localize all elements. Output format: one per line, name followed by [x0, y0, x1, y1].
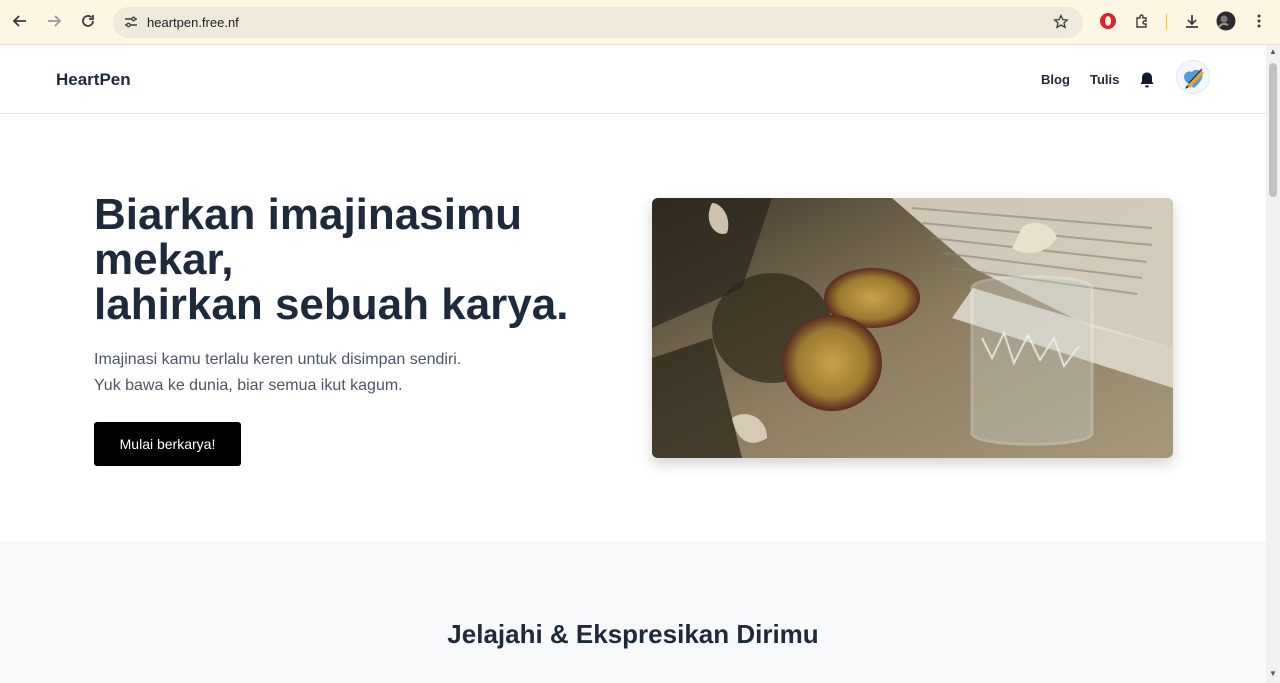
url-text[interactable]: heartpen.free.nf — [147, 15, 239, 30]
scroll-down-arrow-icon[interactable]: ▼ — [1269, 670, 1277, 678]
forward-arrow-icon[interactable] — [43, 10, 65, 32]
explore-section: Jelajahi & Ekspresikan Dirimu — [0, 541, 1266, 683]
scroll-up-arrow-icon[interactable]: ▲ — [1269, 48, 1277, 56]
hero-subtitle-line-2: Yuk bawa ke dunia, biar semua ikut kagum… — [94, 377, 403, 394]
back-arrow-icon[interactable] — [9, 10, 31, 32]
opera-extension-icon[interactable] — [1097, 10, 1119, 32]
hero-title-line-3: lahirkan sebuah karya. — [94, 280, 569, 329]
toolbar-separator — [1166, 14, 1167, 30]
hero-title: Biarkan imajinasimu mekar, lahirkan sebu… — [94, 192, 614, 327]
browser-toolbar: heartpen.free.nf — [0, 0, 1280, 45]
hero-title-line-2: mekar, — [94, 235, 234, 284]
address-bar[interactable]: heartpen.free.nf — [113, 7, 1083, 38]
menu-dots-icon[interactable] — [1248, 10, 1270, 32]
extensions-puzzle-icon[interactable] — [1131, 10, 1153, 32]
download-icon[interactable] — [1181, 10, 1203, 32]
explore-section-title: Jelajahi & Ekspresikan Dirimu — [447, 619, 819, 649]
nav-link-blog[interactable]: Blog — [1041, 72, 1070, 87]
start-writing-button[interactable]: Mulai berkarya! — [94, 422, 241, 466]
user-avatar[interactable] — [1176, 60, 1210, 94]
hero-image — [652, 198, 1173, 458]
bookmark-star-icon[interactable] — [1051, 12, 1071, 32]
profile-avatar-icon[interactable] — [1215, 10, 1237, 32]
webpage: HeartPen Blog Tulis Biarkan imajinasimu … — [0, 45, 1266, 683]
site-settings-icon[interactable] — [121, 12, 141, 32]
hero-subtitle-line-1: Imajinasi kamu terlalu keren untuk disim… — [94, 351, 462, 368]
hero-subtitle: Imajinasi kamu terlalu keren untuk disim… — [94, 347, 461, 399]
page-scrollbar[interactable]: ▲ ▼ — [1266, 45, 1280, 683]
nav-link-tulis[interactable]: Tulis — [1090, 72, 1119, 87]
reload-icon[interactable] — [77, 10, 99, 32]
scroll-thumb[interactable] — [1269, 63, 1277, 197]
bell-icon[interactable] — [1137, 70, 1157, 90]
hero-title-line-1: Biarkan imajinasimu — [94, 190, 522, 239]
brand-logo[interactable]: HeartPen — [56, 70, 131, 90]
site-navbar: HeartPen Blog Tulis — [0, 45, 1266, 114]
